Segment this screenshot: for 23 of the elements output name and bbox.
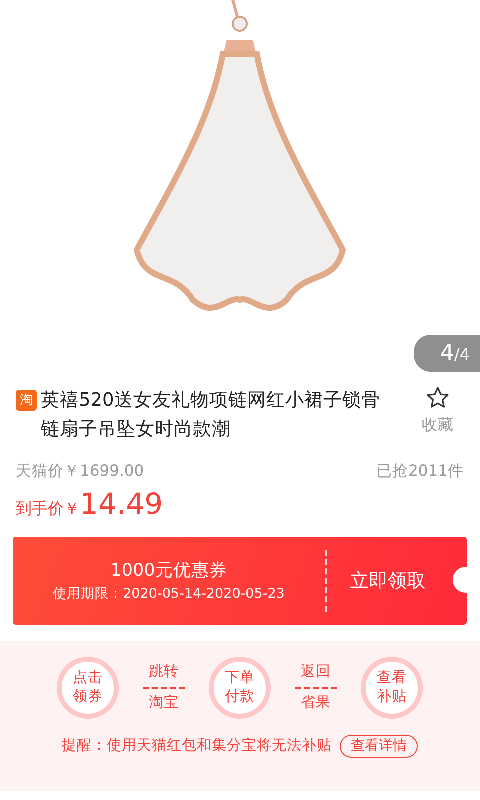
step-label: 省果 [301, 694, 331, 714]
step-label: 淘宝 [149, 694, 179, 714]
favorite-label[interactable]: 收藏 [422, 414, 454, 438]
star-icon[interactable] [426, 386, 450, 410]
original-price: 天猫价￥1699.00 [16, 461, 144, 482]
platform-icon: 淘 [16, 390, 37, 411]
step-label: 返回 [301, 663, 331, 682]
step-circle: 点击 领券 [57, 657, 119, 720]
title-text: 英禧520送女友礼物项链网红小裙子锁骨链扇子吊坠女时尚款潮 [41, 389, 382, 442]
page-indicator: 4/4 [414, 335, 480, 372]
coupon-validity: 使用期限：2020-05-14-2020-05-23 [52, 585, 286, 604]
step-circle: 查看 补贴 [361, 657, 423, 720]
step-label: 跳转 [149, 663, 179, 682]
sold-count: 已抢2011件 [376, 461, 464, 482]
coupon-title: 1000元优惠券 [110, 560, 228, 583]
details-link[interactable]: 查看详情 [340, 735, 418, 758]
coupon-notch [453, 567, 469, 594]
final-price: 14.49 [80, 487, 164, 522]
step-circle: 下单 付款 [209, 657, 271, 720]
reminder-text: 提醒：使用天猫红包和集分宝将无法补贴 [62, 736, 332, 756]
coupon-card[interactable]: 1000元优惠券 使用期限：2020-05-14-2020-05-23 立即领取 [13, 537, 467, 626]
claim-button[interactable]: 立即领取 [333, 567, 443, 596]
final-price-label: 到手价￥ [16, 498, 80, 520]
